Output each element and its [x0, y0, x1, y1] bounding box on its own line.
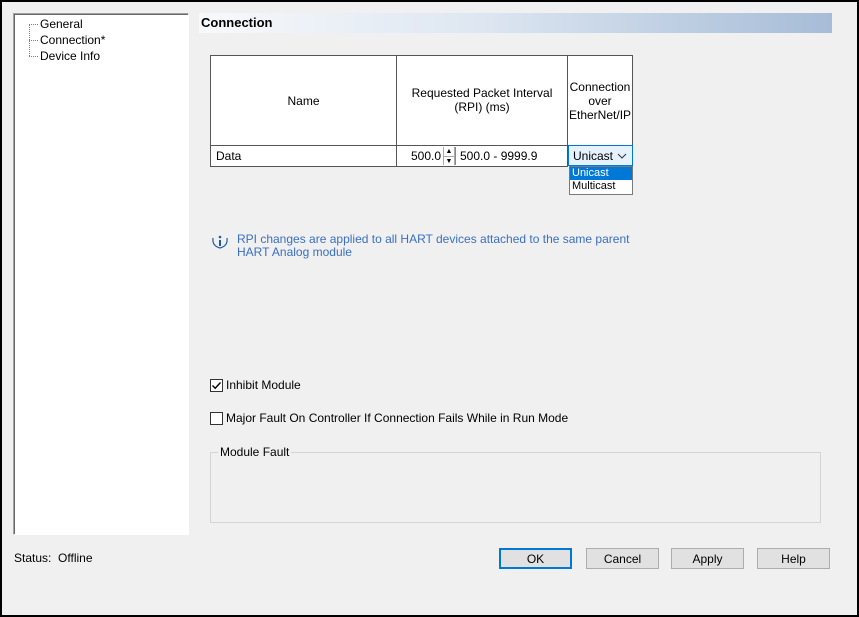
connection-type-value: Unicast: [573, 148, 614, 163]
tree-item-general[interactable]: General: [29, 16, 84, 32]
checkbox-box[interactable]: [210, 378, 223, 392]
row-name-cell: Data: [210, 145, 397, 167]
tree-item-label: Connection*: [40, 33, 106, 47]
rpi-spinner[interactable]: ▲ ▼: [443, 147, 455, 165]
tree-item-connection[interactable]: Connection*: [29, 32, 106, 48]
major-fault-label: Major Fault On Controller If Connection …: [226, 411, 569, 425]
dropdown-option-unicast[interactable]: Unicast: [570, 167, 632, 180]
tree-item-label: Device Info: [40, 49, 101, 63]
tree-item-device-info[interactable]: Device Info: [29, 48, 101, 64]
status-label: Status:: [14, 551, 52, 565]
connection-type-dropdown: Unicast Multicast: [569, 166, 633, 195]
rpi-range-text: 500.0 - 9999.9: [455, 147, 537, 165]
inhibit-module-checkbox[interactable]: Inhibit Module: [210, 378, 301, 392]
column-header-name: Name: [210, 55, 397, 146]
column-header-connection: Connection over EtherNet/IP: [567, 55, 633, 146]
rpi-input[interactable]: 500.0: [397, 147, 443, 165]
help-button[interactable]: Help: [757, 548, 830, 569]
spin-down-icon[interactable]: ▼: [444, 156, 454, 166]
checkmark-icon: [212, 381, 222, 389]
column-header-rpi: Requested Packet Interval (RPI) (ms): [396, 55, 568, 146]
checkbox-box[interactable]: [210, 411, 223, 425]
chevron-down-icon: [617, 153, 627, 159]
major-fault-checkbox[interactable]: Major Fault On Controller If Connection …: [210, 411, 568, 425]
row-rpi-cell: 500.0 ▲ ▼ 500.0 - 9999.9: [396, 145, 568, 167]
status-bar: Status: Offline: [14, 551, 93, 565]
inhibit-module-label: Inhibit Module: [226, 378, 301, 392]
module-fault-group: [210, 452, 821, 523]
ok-button[interactable]: OK: [499, 548, 572, 569]
category-tree: General Connection* Device Info: [13, 13, 189, 535]
connection-type-select[interactable]: Unicast: [568, 145, 633, 166]
tree-item-label: General: [40, 17, 83, 31]
cancel-button[interactable]: Cancel: [586, 548, 659, 569]
apply-button[interactable]: Apply: [671, 548, 744, 569]
info-message: RPI changes are applied to all HART devi…: [237, 232, 630, 259]
module-fault-title: Module Fault: [218, 445, 292, 459]
info-icon: [212, 235, 228, 249]
module-properties-window: General Connection* Device Info Connecti…: [0, 0, 859, 617]
page-title: Connection: [199, 13, 832, 33]
status-value: Offline: [58, 551, 93, 565]
spin-up-icon[interactable]: ▲: [444, 147, 454, 156]
dropdown-option-multicast[interactable]: Multicast: [570, 180, 632, 193]
